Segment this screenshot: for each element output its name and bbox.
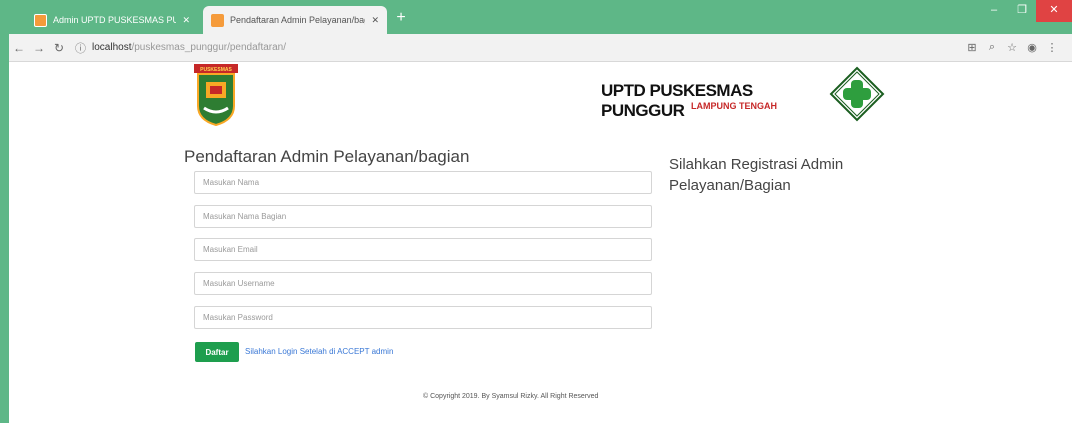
page-content: PUSKESMAS UPTD PUSKESMAS PUNGGUR LAMPUNG… bbox=[9, 63, 1072, 423]
close-icon[interactable]: ✕ bbox=[1036, 0, 1072, 22]
login-link[interactable]: Silahkan Login Setelah di ACCEPT admin bbox=[245, 347, 393, 356]
brand-subtitle: LAMPUNG TENGAH bbox=[691, 101, 777, 111]
tab-title: Admin UPTD PUSKESMAS PUNGGUR bbox=[53, 15, 177, 25]
copyright-footer: © Copyright 2019. By Syamsul Rizky. All … bbox=[423, 393, 599, 400]
tab-favicon-icon bbox=[34, 13, 47, 27]
window-controls: – ❐ ✕ bbox=[980, 0, 1072, 22]
password-field[interactable] bbox=[194, 306, 652, 329]
address-bar[interactable]: ⓘ localhost /puskesmas_punggur/pendaftar… bbox=[75, 37, 895, 59]
minimize-icon[interactable]: – bbox=[980, 0, 1008, 22]
form-title: Pendaftaran Admin Pelayanan/bagian bbox=[184, 147, 470, 166]
star-icon[interactable]: ☆ bbox=[1002, 41, 1022, 54]
zoom-icon[interactable]: ⌕ bbox=[982, 41, 1002, 54]
maximize-icon[interactable]: ❐ bbox=[1008, 0, 1036, 22]
name-field[interactable] bbox=[194, 171, 652, 194]
email-field[interactable] bbox=[194, 238, 652, 261]
tab-admin[interactable]: Admin UPTD PUSKESMAS PUNGGUR ✕ bbox=[26, 6, 198, 34]
back-arrow-icon[interactable]: ← bbox=[9, 41, 29, 55]
tab-close-icon[interactable]: ✕ bbox=[371, 15, 379, 26]
url-host: localhost bbox=[92, 42, 132, 53]
forward-arrow-icon[interactable]: → bbox=[29, 41, 49, 55]
tab-close-icon[interactable]: ✕ bbox=[182, 15, 190, 26]
tab-pendaftaran[interactable]: Pendaftaran Admin Pelayanan/bagian ✕ bbox=[203, 6, 387, 34]
browser-toolbar: ← → ↻ ⓘ localhost /puskesmas_punggur/pen… bbox=[9, 34, 1072, 62]
menu-icon[interactable]: ⋮ bbox=[1042, 41, 1062, 54]
username-field[interactable] bbox=[194, 272, 652, 295]
reload-icon[interactable]: ↻ bbox=[49, 41, 69, 55]
brand-banner: UPTD PUSKESMAS PUNGGUR LAMPUNG TENGAH bbox=[601, 81, 823, 120]
register-button[interactable]: Daftar bbox=[195, 342, 239, 362]
registration-hint: Silahkan Registrasi Admin Pelayanan/Bagi… bbox=[669, 156, 844, 194]
puskesmas-cross-logo-icon bbox=[829, 66, 885, 122]
info-icon[interactable]: ⓘ bbox=[75, 40, 86, 56]
department-name-field[interactable] bbox=[194, 205, 652, 228]
translate-icon[interactable]: ⊞ bbox=[962, 41, 982, 54]
window-frame bbox=[0, 34, 9, 423]
plus-icon[interactable]: + bbox=[392, 9, 410, 27]
tab-title: Pendaftaran Admin Pelayanan/bagian bbox=[230, 15, 365, 25]
url-path: /puskesmas_punggur/pendaftaran/ bbox=[131, 42, 287, 53]
account-icon[interactable]: ◉ bbox=[1022, 41, 1042, 54]
browser-titlebar: Admin UPTD PUSKESMAS PUNGGUR ✕ Pendaftar… bbox=[0, 0, 1072, 34]
tab-favicon-icon bbox=[211, 13, 224, 27]
svg-text:PUSKESMAS: PUSKESMAS bbox=[200, 67, 232, 73]
lampung-tengah-emblem-icon: PUSKESMAS bbox=[194, 64, 238, 126]
